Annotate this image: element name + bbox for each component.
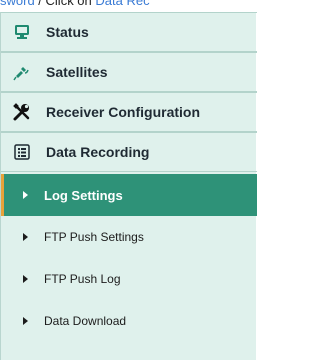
- submenu-item-data-download[interactable]: Data Download: [1, 300, 257, 342]
- menu-item-label: Status: [46, 24, 89, 40]
- tools-icon: [12, 102, 32, 122]
- caret-right-icon: [23, 191, 28, 199]
- instruction-text: / Click on: [34, 0, 96, 8]
- menu-item-label: Satellites: [46, 64, 108, 80]
- submenu-item-label: Data Download: [44, 314, 127, 328]
- submenu-item-ftp-push-log[interactable]: FTP Push Log: [1, 258, 257, 300]
- caret-right-icon: [23, 317, 28, 325]
- data-recording-link[interactable]: Data Rec: [95, 0, 149, 8]
- active-indicator: [1, 174, 4, 216]
- password-link[interactable]: sword: [0, 0, 35, 8]
- list-document-icon: [12, 142, 32, 162]
- submenu-item-log-settings[interactable]: Log Settings: [1, 174, 257, 216]
- menu-item-status[interactable]: Status: [1, 12, 257, 52]
- menu-item-data-recording[interactable]: Data Recording: [1, 132, 257, 172]
- navigation-menu: Status Satellites Receiver Configuration: [0, 12, 257, 360]
- menu-item-label: Receiver Configuration: [46, 104, 201, 120]
- menu-item-satellites[interactable]: Satellites: [1, 52, 257, 92]
- caret-right-icon: [23, 275, 28, 283]
- satellite-icon: [12, 62, 32, 82]
- submenu-item-ftp-push-settings[interactable]: FTP Push Settings: [1, 216, 257, 258]
- instruction-text-fragment: sword / Click on Data Rec: [0, 0, 256, 12]
- submenu-item-label: Log Settings: [44, 187, 123, 203]
- submenu-item-label: FTP Push Settings: [44, 230, 144, 244]
- menu-item-label: Data Recording: [46, 144, 150, 160]
- submenu-item-label: FTP Push Log: [44, 272, 121, 286]
- caret-right-icon: [23, 233, 28, 241]
- menu-item-receiver-configuration[interactable]: Receiver Configuration: [1, 92, 257, 132]
- status-monitor-icon: [12, 22, 32, 42]
